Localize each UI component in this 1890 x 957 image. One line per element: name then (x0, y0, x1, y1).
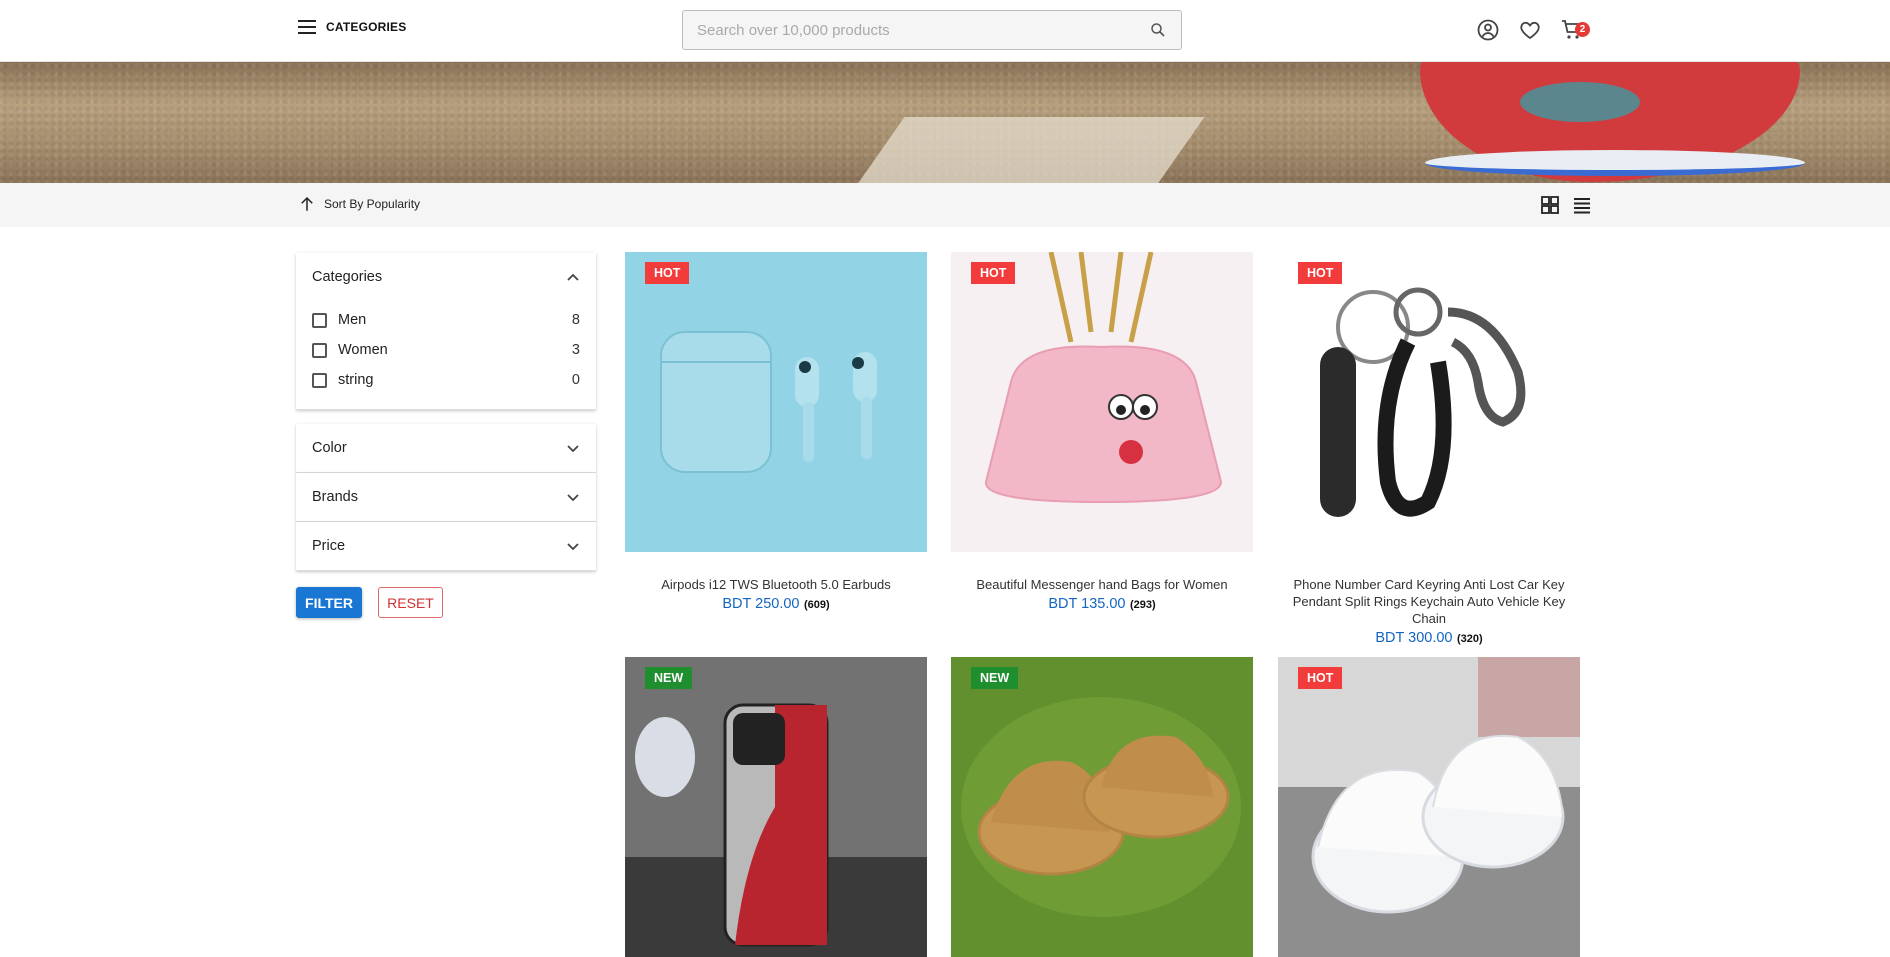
cart-count-badge: 2 (1575, 22, 1590, 37)
list-view-icon[interactable] (1572, 195, 1592, 220)
product-price: BDT 135.00 (293) (951, 595, 1253, 613)
brands-panel-title: Brands (312, 489, 358, 505)
category-label: Women (338, 342, 388, 358)
color-panel-header[interactable]: Color (296, 424, 596, 472)
search-box (682, 10, 1182, 50)
categories-panel: Categories Men 8 Women 3 string 0 (296, 253, 596, 410)
price-amount: BDT 250.00 (722, 596, 800, 612)
cart-icon[interactable]: 2 (1560, 18, 1590, 42)
category-item: Women 3 (312, 335, 580, 365)
category-item: Men 8 (312, 305, 580, 335)
price-amount: BDT 135.00 (1048, 596, 1126, 612)
color-panel-title: Color (312, 440, 347, 456)
product-card[interactable]: HOT Phone Number Card Keyring Anti Lost … (1278, 252, 1580, 647)
product-card[interactable]: HOT (1278, 657, 1580, 957)
price-panel-header[interactable]: Price (296, 522, 596, 570)
top-header: CATEGORIES 2 (0, 0, 1890, 62)
price-panel: Price (296, 522, 596, 571)
new-badge: NEW (971, 667, 1019, 689)
product-image[interactable]: HOT (625, 252, 927, 552)
arrow-up-icon (301, 196, 313, 211)
product-card[interactable]: HOT Beautiful Messenger hand Bags for Wo… (951, 252, 1253, 613)
grid-view-icon[interactable] (1540, 195, 1560, 220)
hot-badge: HOT (1298, 667, 1343, 689)
sort-toolbar: Sort By Popularity (0, 183, 1890, 227)
wishlist-heart-icon[interactable] (1518, 18, 1542, 42)
chevron-down-icon (567, 543, 579, 551)
new-badge: NEW (645, 667, 693, 689)
view-toggle (1540, 195, 1592, 220)
track-stripe (855, 117, 1205, 183)
categories-label: CATEGORIES (326, 20, 407, 34)
search-input[interactable] (683, 11, 1123, 49)
sort-by-button[interactable]: Sort By Popularity (298, 195, 420, 213)
category-label: Men (338, 312, 367, 328)
category-checkbox[interactable] (312, 342, 327, 358)
color-panel: Color (296, 424, 596, 473)
category-count: 8 (571, 312, 580, 328)
chevron-up-icon (567, 273, 579, 281)
product-card[interactable]: HOT Airpods i12 TWS Bluetooth 5.0 Earbud… (625, 252, 927, 613)
account-icon[interactable] (1476, 18, 1500, 42)
product-title[interactable]: Phone Number Card Keyring Anti Lost Car … (1278, 576, 1580, 627)
chevron-down-icon (567, 494, 579, 502)
category-count: 3 (571, 342, 580, 358)
product-card[interactable]: NEW (625, 657, 927, 957)
review-count: (609) (803, 599, 830, 611)
sort-label: Sort By Popularity (324, 197, 421, 211)
product-image[interactable]: NEW (951, 657, 1253, 957)
category-item: string 0 (312, 365, 580, 395)
hot-badge: HOT (971, 262, 1016, 284)
category-checkbox[interactable] (312, 312, 327, 328)
product-image[interactable]: NEW (625, 657, 927, 957)
header-actions: 2 (1476, 18, 1590, 42)
product-image[interactable]: HOT (1278, 657, 1580, 957)
price-amount: BDT 300.00 (1375, 630, 1453, 646)
product-price: BDT 250.00 (609) (625, 595, 927, 613)
category-label: string (338, 372, 374, 388)
hero-banner (0, 62, 1890, 183)
brands-panel-header[interactable]: Brands (296, 473, 596, 521)
menu-icon (298, 20, 316, 34)
review-count: (293) (1129, 599, 1156, 611)
hot-badge: HOT (645, 262, 690, 284)
categories-panel-header[interactable]: Categories (296, 253, 596, 301)
reset-button[interactable]: RESET (378, 587, 443, 618)
product-image[interactable]: HOT (951, 252, 1253, 552)
product-price: BDT 300.00 (320) (1278, 629, 1580, 647)
brands-panel: Brands (296, 473, 596, 522)
category-checkbox[interactable] (312, 372, 327, 388)
review-count: (320) (1456, 633, 1483, 645)
category-list: Men 8 Women 3 string 0 (296, 301, 596, 409)
categories-menu-button[interactable]: CATEGORIES (298, 20, 406, 34)
search-icon[interactable] (1149, 21, 1167, 44)
product-image[interactable]: HOT (1278, 252, 1580, 552)
product-title[interactable]: Airpods i12 TWS Bluetooth 5.0 Earbuds (625, 576, 927, 593)
filter-sidebar: Categories Men 8 Women 3 string 0 Color (296, 253, 596, 618)
categories-panel-title: Categories (312, 269, 383, 285)
chevron-down-icon (567, 445, 579, 453)
hot-badge: HOT (1298, 262, 1343, 284)
category-count: 0 (571, 372, 580, 388)
filter-button[interactable]: FILTER (296, 587, 362, 618)
product-title[interactable]: Beautiful Messenger hand Bags for Women (951, 576, 1253, 593)
price-panel-title: Price (312, 538, 346, 554)
product-card[interactable]: NEW (951, 657, 1253, 957)
filter-actions: FILTER RESET (296, 587, 596, 618)
